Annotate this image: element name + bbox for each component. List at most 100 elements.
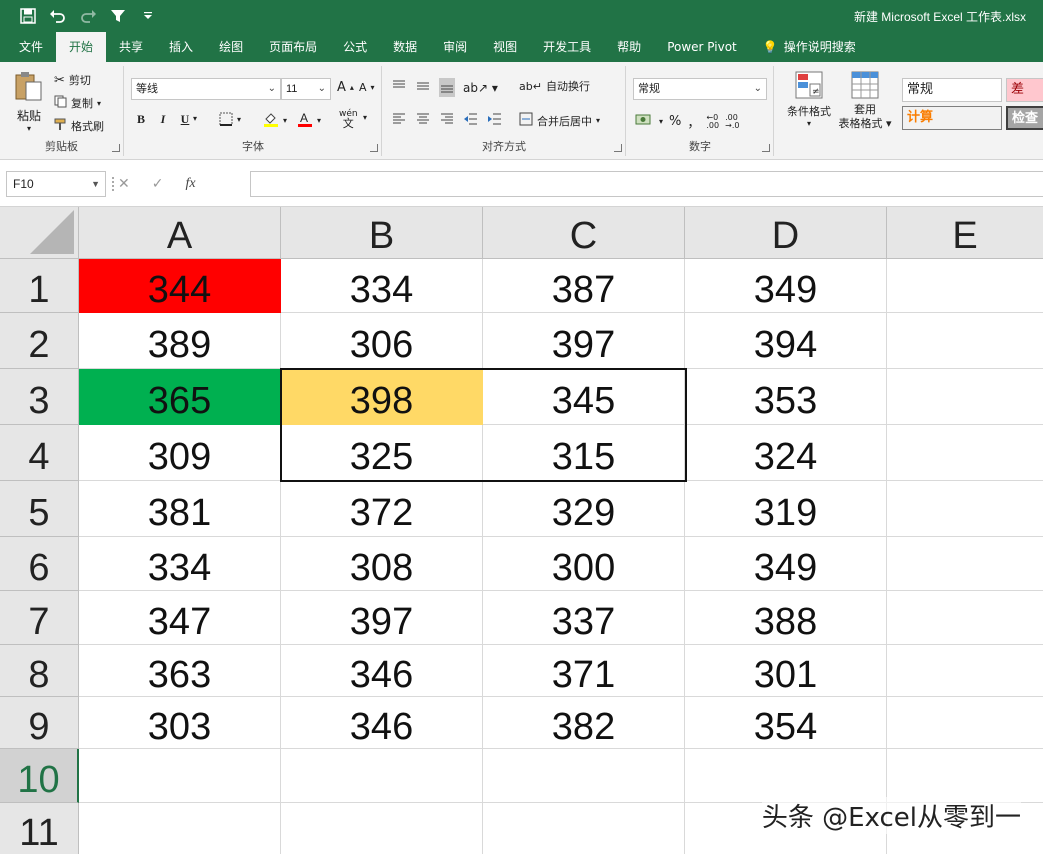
formula-input[interactable] bbox=[250, 171, 1043, 197]
cell-c1[interactable]: 387 bbox=[483, 259, 685, 313]
cell-c8[interactable]: 371 bbox=[483, 645, 685, 697]
phonetic-button[interactable]: wén 文 bbox=[339, 110, 358, 130]
cell-e10[interactable] bbox=[887, 749, 1043, 803]
style-calculation[interactable]: 计算 bbox=[902, 106, 1002, 130]
column-header-a[interactable]: A bbox=[79, 207, 281, 259]
paste-button[interactable]: 粘贴 ▾ bbox=[12, 70, 46, 133]
tab-7[interactable]: 数据 bbox=[380, 32, 430, 62]
cell-e8[interactable] bbox=[887, 645, 1043, 697]
cell-b5[interactable]: 372 bbox=[281, 481, 483, 537]
cell-a2[interactable]: 389 bbox=[79, 313, 281, 369]
cell-b8[interactable]: 346 bbox=[281, 645, 483, 697]
undo-icon[interactable] bbox=[48, 6, 68, 26]
row-header-11[interactable]: 11 bbox=[0, 803, 79, 854]
cell-b9[interactable]: 346 bbox=[281, 697, 483, 749]
formula-bar-splitter[interactable] bbox=[112, 177, 114, 191]
column-header-e[interactable]: E bbox=[887, 207, 1043, 259]
cell-d7[interactable]: 388 bbox=[685, 591, 887, 645]
tab-6[interactable]: 公式 bbox=[330, 32, 380, 62]
row-header-8[interactable]: 8 bbox=[0, 645, 79, 697]
tell-me-search[interactable]: 💡 操作说明搜索 bbox=[750, 32, 869, 62]
cell-d3[interactable]: 353 bbox=[685, 369, 887, 425]
italic-button[interactable]: I bbox=[155, 112, 171, 127]
tab-8[interactable]: 审阅 bbox=[430, 32, 480, 62]
merge-center-button[interactable]: 合并后居中 ▾ bbox=[519, 112, 600, 129]
number-format-dropdown[interactable]: 常规 ⌄ bbox=[633, 78, 767, 100]
borders-button[interactable]: ▾ bbox=[219, 112, 241, 126]
tab-1[interactable]: 开始 bbox=[56, 32, 107, 62]
copy-dropdown-icon[interactable]: ▾ bbox=[97, 99, 101, 108]
row-header-9[interactable]: 9 bbox=[0, 697, 79, 749]
column-header-d[interactable]: D bbox=[685, 207, 887, 259]
merge-dropdown-icon[interactable]: ▾ bbox=[596, 116, 600, 125]
cell-a7[interactable]: 347 bbox=[79, 591, 281, 645]
cell-a9[interactable]: 303 bbox=[79, 697, 281, 749]
align-center-icon[interactable] bbox=[415, 112, 431, 129]
tab-2[interactable]: 共享 bbox=[106, 32, 156, 62]
style-bad[interactable]: 差 bbox=[1006, 78, 1043, 102]
clipboard-launcher-icon[interactable] bbox=[112, 144, 120, 152]
row-header-7[interactable]: 7 bbox=[0, 591, 79, 645]
cell-b6[interactable]: 308 bbox=[281, 537, 483, 591]
cell-e7[interactable] bbox=[887, 591, 1043, 645]
fill-color-button[interactable]: ▾ bbox=[263, 111, 287, 130]
cell-d9[interactable]: 354 bbox=[685, 697, 887, 749]
customize-icon[interactable] bbox=[138, 6, 158, 26]
decrease-indent-icon[interactable] bbox=[463, 112, 479, 129]
select-all-corner[interactable] bbox=[0, 207, 79, 259]
cell-d8[interactable]: 301 bbox=[685, 645, 887, 697]
currency-icon[interactable] bbox=[635, 113, 653, 130]
conditional-formatting-button[interactable]: ≠ 条件格式 ▾ bbox=[781, 70, 837, 128]
font-size-dropdown[interactable]: 11 ⌄ bbox=[281, 78, 331, 100]
style-normal[interactable]: 常规 bbox=[902, 78, 1002, 102]
tab-9[interactable]: 视图 bbox=[480, 32, 530, 62]
alignment-launcher-icon[interactable] bbox=[614, 144, 622, 152]
cell-b3[interactable]: 398 bbox=[281, 369, 483, 425]
name-box[interactable]: F10 ▼ bbox=[6, 171, 106, 197]
cell-b4[interactable]: 325 bbox=[281, 425, 483, 481]
cell-b10[interactable] bbox=[281, 749, 483, 803]
cell-e9[interactable] bbox=[887, 697, 1043, 749]
cell-d2[interactable]: 394 bbox=[685, 313, 887, 369]
tab-4[interactable]: 绘图 bbox=[206, 32, 256, 62]
cancel-icon[interactable]: ✕ bbox=[118, 176, 130, 192]
row-header-1[interactable]: 1 bbox=[0, 259, 79, 313]
tab-3[interactable]: 插入 bbox=[156, 32, 206, 62]
cell-c10[interactable] bbox=[483, 749, 685, 803]
save-icon[interactable] bbox=[18, 6, 38, 26]
row-header-4[interactable]: 4 bbox=[0, 425, 79, 481]
cell-e1[interactable] bbox=[887, 259, 1043, 313]
decrease-decimal-icon[interactable]: .00 →.0 bbox=[725, 113, 739, 130]
bold-button[interactable]: B bbox=[133, 112, 149, 127]
insert-function-icon[interactable]: fx bbox=[185, 176, 195, 192]
font-color-button[interactable]: A ▾ bbox=[297, 111, 321, 130]
cell-d5[interactable]: 319 bbox=[685, 481, 887, 537]
tab-0[interactable]: 文件 bbox=[6, 32, 56, 62]
cell-e5[interactable] bbox=[887, 481, 1043, 537]
cell-c3[interactable]: 345 bbox=[483, 369, 685, 425]
wrap-text-button[interactable]: ab↵ 自动换行 bbox=[519, 78, 590, 94]
cell-e3[interactable] bbox=[887, 369, 1043, 425]
tab-10[interactable]: 开发工具 bbox=[530, 32, 604, 62]
row-header-6[interactable]: 6 bbox=[0, 537, 79, 591]
increase-indent-icon[interactable] bbox=[487, 112, 503, 129]
currency-dropdown-icon[interactable]: ▾ bbox=[659, 117, 663, 126]
cell-b7[interactable]: 397 bbox=[281, 591, 483, 645]
increase-decimal-icon[interactable]: ←0.00 bbox=[706, 113, 719, 130]
cell-b11[interactable] bbox=[281, 803, 483, 854]
cell-d1[interactable]: 349 bbox=[685, 259, 887, 313]
cell-c11[interactable] bbox=[483, 803, 685, 854]
orientation-icon[interactable]: ab↗ ▾ bbox=[463, 81, 498, 95]
cell-c5[interactable]: 329 bbox=[483, 481, 685, 537]
underline-dropdown-icon[interactable]: ▾ bbox=[193, 114, 197, 123]
column-header-b[interactable]: B bbox=[281, 207, 483, 259]
percent-icon[interactable]: % bbox=[669, 114, 681, 129]
shrink-font-button[interactable]: A ▾ bbox=[359, 81, 375, 94]
comma-icon[interactable]: ， bbox=[687, 112, 700, 131]
cell-b2[interactable]: 306 bbox=[281, 313, 483, 369]
underline-button[interactable]: U bbox=[177, 112, 193, 127]
cell-e6[interactable] bbox=[887, 537, 1043, 591]
align-bottom-icon[interactable] bbox=[439, 78, 455, 97]
row-header-10[interactable]: 10 bbox=[0, 749, 79, 803]
cell-e4[interactable] bbox=[887, 425, 1043, 481]
